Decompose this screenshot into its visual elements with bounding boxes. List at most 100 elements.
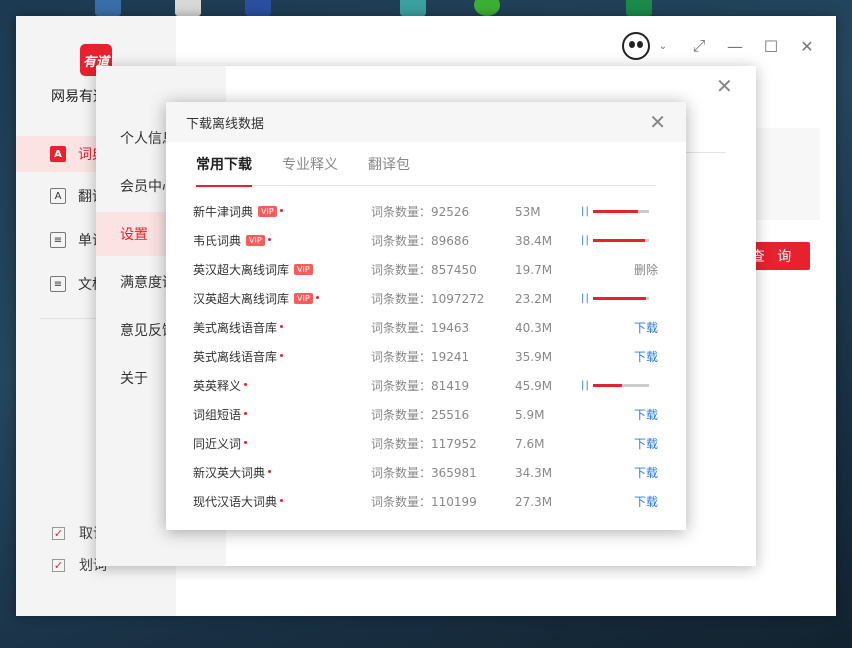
file-size: 5.9M <box>515 407 545 422</box>
progress-fill <box>592 239 645 242</box>
document-icon: ≡ <box>50 276 66 292</box>
list-item: 英汉超大离线词库 VIP 词条数量：857450 19.7M 删除 <box>193 255 658 284</box>
close-icon[interactable]: ✕ <box>716 74 733 98</box>
pause-icon[interactable]: | | <box>581 235 589 246</box>
user-menu[interactable]: ⌄ <box>622 32 672 60</box>
download-list[interactable]: 新牛津词典 VIP 词条数量：92526 53M | | 韦氏词典 VIP 词条数量：8968… <box>193 197 658 508</box>
list-item: 英英释义 词条数量：81419 45.9M | | <box>193 371 658 400</box>
new-dot-icon <box>244 383 248 386</box>
action-cell: 下载 <box>577 435 658 452</box>
download-link[interactable]: 下载 <box>634 319 658 336</box>
pause-icon[interactable]: | | <box>581 380 589 391</box>
vip-badge: VIP <box>258 206 277 217</box>
download-progress: | | <box>581 293 658 304</box>
vip-badge: VIP <box>246 235 265 246</box>
tab-translation-pack[interactable]: 翻译包 <box>368 154 410 186</box>
checkbox-checked-icon[interactable]: ✓ <box>52 526 65 540</box>
desktop-app-icon[interactable] <box>400 0 426 16</box>
dictionary-name-cell: 英式离线语音库 <box>193 348 371 365</box>
list-item: 汉英超大离线词库 VIP 词条数量：1097272 23.2M | | <box>193 284 658 313</box>
vip-badge: VIP <box>294 264 313 275</box>
dialog-title: 下载离线数据 <box>186 116 265 132</box>
entry-count: 词条数量：25516 <box>371 408 470 422</box>
progress-track <box>592 239 649 242</box>
dictionary-name: 英汉超大离线词库 <box>193 263 290 277</box>
download-link[interactable]: 下载 <box>634 348 658 365</box>
list-item: 新牛津词典 VIP 词条数量：92526 53M | | <box>193 197 658 226</box>
new-dot-icon <box>315 296 319 299</box>
action-cell: | | <box>577 206 658 217</box>
maximize-icon[interactable]: ☐ <box>762 37 780 56</box>
dictionary-name-cell: 美式离线语音库 <box>193 319 371 336</box>
delete-link[interactable]: 删除 <box>634 261 658 278</box>
list-item: 词组短语 词条数量：25516 5.9M 下载 <box>193 400 658 429</box>
download-link[interactable]: 下载 <box>634 406 658 423</box>
download-link[interactable]: 下载 <box>634 435 658 452</box>
desktop-app-icon[interactable] <box>95 0 121 16</box>
list-item: 新汉英大词典 词条数量：365981 34.3M 下载 <box>193 458 658 487</box>
new-dot-icon <box>268 470 272 473</box>
download-progress: | | <box>581 235 658 246</box>
tab-professional[interactable]: 专业释义 <box>282 154 338 186</box>
dictionary-name-cell: 英英释义 <box>193 377 371 394</box>
desktop-app-icon[interactable] <box>245 0 271 16</box>
entry-count: 词条数量：857450 <box>371 263 477 277</box>
avatar[interactable] <box>622 32 650 60</box>
new-dot-icon <box>280 499 284 502</box>
entry-count: 词条数量：92526 <box>371 205 470 219</box>
close-icon[interactable]: ✕ <box>649 110 666 134</box>
progress-track <box>592 384 649 387</box>
checkbox-checked-icon[interactable]: ✓ <box>52 558 65 572</box>
entry-count: 词条数量：81419 <box>371 379 470 393</box>
action-cell: 下载 <box>577 464 658 481</box>
dictionary-name-cell: 新牛津词典 VIP <box>193 203 371 220</box>
dictionary-name: 词组短语 <box>193 408 242 422</box>
download-progress: | | <box>581 206 658 217</box>
close-icon[interactable]: ✕ <box>798 37 816 56</box>
download-link[interactable]: 下载 <box>634 464 658 481</box>
entry-count: 词条数量：117952 <box>371 437 477 451</box>
download-link[interactable]: 下载 <box>634 493 658 507</box>
new-dot-icon <box>244 412 248 415</box>
tab-common[interactable]: 常用下载 <box>196 154 252 187</box>
dictionary-name: 新汉英大词典 <box>193 466 266 480</box>
wechat-icon[interactable] <box>474 0 500 16</box>
progress-track <box>592 297 649 300</box>
file-size: 45.9M <box>515 378 553 393</box>
mini-mode-icon[interactable]: ⤢ <box>690 36 708 55</box>
action-cell: 下载 <box>577 319 658 336</box>
file-size: 40.3M <box>515 320 553 335</box>
dictionary-name-cell: 现代汉语大词典 <box>193 493 371 507</box>
download-progress: | | <box>581 380 658 391</box>
progress-fill <box>592 210 638 213</box>
list-item: 现代汉语大词典 词条数量：110199 27.3M 下载 <box>193 487 658 508</box>
tab-bar: 常用下载 专业释义 翻译包 <box>196 154 656 187</box>
file-size: 38.4M <box>515 233 553 248</box>
dictionary-name-cell: 词组短语 <box>193 406 371 423</box>
entry-count: 词条数量：110199 <box>371 495 477 507</box>
file-size: 23.2M <box>515 291 553 306</box>
download-offline-dialog: 下载离线数据 ✕ 常用下载 专业释义 翻译包 新牛津词典 VIP 词条数量：9252… <box>166 102 686 530</box>
dialog-header: 下载离线数据 ✕ <box>166 102 686 142</box>
action-cell: 下载 <box>577 493 658 507</box>
dictionary-name: 韦氏词典 <box>193 234 242 248</box>
desktop-app-icon[interactable] <box>626 0 652 16</box>
dictionary-name: 新牛津词典 <box>193 205 254 219</box>
dictionary-name: 同近义词 <box>193 437 242 451</box>
chevron-down-icon[interactable]: ⌄ <box>654 37 672 55</box>
minimize-icon[interactable]: — <box>726 37 744 56</box>
file-size: 19.7M <box>515 262 553 277</box>
progress-fill <box>592 384 623 387</box>
desktop-file-icon[interactable] <box>175 0 201 16</box>
file-size: 7.6M <box>515 436 545 451</box>
entry-count: 词条数量：89686 <box>371 234 470 248</box>
new-dot-icon <box>280 354 284 357</box>
list-item: 同近义词 词条数量：117952 7.6M 下载 <box>193 429 658 458</box>
dictionary-name-cell: 同近义词 <box>193 435 371 452</box>
pause-icon[interactable]: | | <box>581 206 589 217</box>
action-cell: 下载 <box>577 348 658 365</box>
pause-icon[interactable]: | | <box>581 293 589 304</box>
action-cell: | | <box>577 380 658 391</box>
file-size: 53M <box>515 204 541 219</box>
action-cell: 删除 <box>577 261 658 278</box>
